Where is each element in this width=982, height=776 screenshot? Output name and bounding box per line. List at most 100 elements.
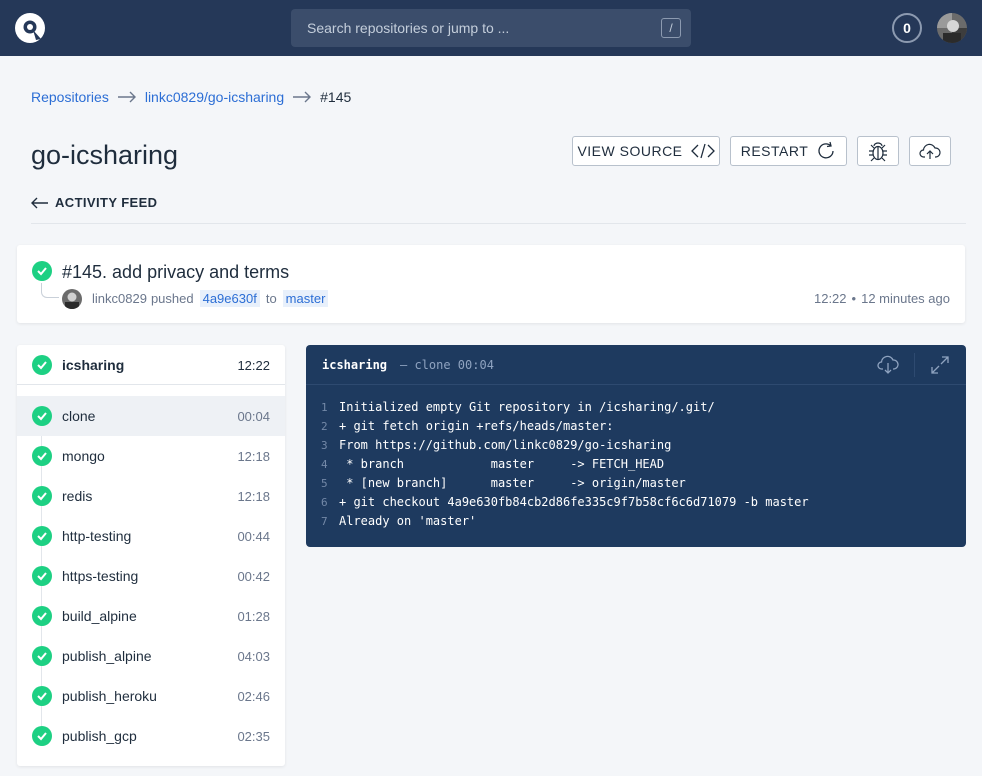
step-duration: 12:18 [237,489,270,504]
restart-button[interactable]: RESTART [730,136,847,166]
step-item[interactable]: publish_heroku 02:46 [17,676,285,716]
log-step-info: — clone 00:04 [400,358,494,372]
debug-button[interactable] [857,136,899,166]
deploy-button[interactable] [909,136,951,166]
success-check-icon [32,646,52,666]
log-line: 5 * [new branch] master -> origin/master [306,474,966,493]
view-source-label: VIEW SOURCE [577,143,683,159]
step-duration: 12:18 [237,449,270,464]
divider [31,223,966,224]
view-source-button[interactable]: VIEW SOURCE [572,136,720,166]
step-name: publish_alpine [62,648,152,664]
build-to-word: to [265,291,277,306]
search-shortcut-key: / [661,18,681,38]
success-check-icon [32,726,52,746]
download-logs-icon[interactable] [877,354,899,376]
breadcrumb-repo-link[interactable]: linkc0829/go-icsharing [145,89,284,105]
build-title: #145. add privacy and terms [62,262,290,282]
log-line-text: + git checkout 4a9e630fb84cb2d86fe335c9f… [339,495,809,509]
log-header-divider [914,353,915,377]
log-header: icsharing — clone 00:04 [306,345,966,385]
step-name: https-testing [62,568,139,584]
log-line-text: * branch master -> FETCH_HEAD [339,457,665,471]
stage-header[interactable]: icsharing 12:22 [17,345,285,385]
arrow-left-icon [31,197,48,208]
log-line-text: * [new branch] master -> origin/master [339,476,686,490]
log-line-number[interactable]: 2 [306,417,339,436]
step-duration: 04:03 [237,649,270,664]
user-avatar[interactable] [937,13,967,43]
step-name: http-testing [62,528,132,544]
success-check-icon [32,686,52,706]
success-check-icon [32,486,52,506]
log-line-number[interactable]: 1 [306,398,339,417]
activity-feed-back-link[interactable]: ACTIVITY FEED [31,195,157,210]
log-line-text: From https://github.com/linkc0829/go-ics… [339,438,672,452]
code-icon [690,143,715,159]
commit-sha-link[interactable]: 4a9e630f [199,290,260,307]
build-ago: 12 minutes ago [861,291,950,306]
log-line: 3 From https://github.com/linkc0829/go-ic… [306,436,966,455]
arrow-right-icon [293,91,312,103]
log-line-number[interactable]: 4 [306,455,339,474]
step-item[interactable]: https-testing 00:42 [17,556,285,596]
refresh-icon [818,141,834,159]
success-check-icon [32,355,52,375]
success-check-icon [32,526,52,546]
log-line: 2 + git fetch origin +refs/heads/master: [306,417,966,436]
step-name: redis [62,488,93,504]
expand-icon[interactable] [930,355,950,375]
success-check-icon [32,446,52,466]
log-output: 1 Initialized empty Git repository in /ic… [306,398,966,531]
step-duration: 00:42 [237,569,270,584]
step-item[interactable]: mongo 12:18 [17,436,285,476]
step-item[interactable]: http-testing 00:44 [17,516,285,556]
step-name: mongo [62,448,105,464]
log-line-number[interactable]: 6 [306,493,339,512]
build-card[interactable]: #145. add privacy and terms linkc0829 pu… [17,245,965,323]
stage-name: icsharing [62,357,125,373]
step-name: publish_heroku [62,688,157,704]
step-item[interactable]: publish_gcp 02:35 [17,716,285,756]
step-item[interactable]: publish_alpine 04:03 [17,636,285,676]
log-line-text: Already on 'master' [339,514,477,528]
bug-icon [869,142,887,162]
log-line-number[interactable]: 5 [306,474,339,493]
success-check-icon [32,261,52,281]
step-item[interactable]: clone 00:04 [17,396,285,436]
build-author: linkc0829 [92,291,147,306]
step-item[interactable]: build_alpine 01:28 [17,596,285,636]
log-line: 1 Initialized empty Git repository in /ic… [306,398,966,417]
search-input[interactable]: Search repositories or jump to ... / [291,9,691,47]
step-duration: 01:28 [237,609,270,624]
step-name: build_alpine [62,608,137,624]
branch-link[interactable]: master [282,290,329,307]
log-line: 6 + git checkout 4a9e630fb84cb2d86fe335c9… [306,493,966,512]
log-line-number[interactable]: 3 [306,436,339,455]
log-panel: icsharing — clone 00:04 1 Initialized emp… [306,345,966,547]
log-stage-name: icsharing [322,358,388,372]
tree-connector [41,283,59,298]
success-check-icon [32,566,52,586]
search-placeholder: Search repositories or jump to ... [307,20,510,36]
arrow-right-icon [117,91,136,103]
stage-steps-panel: icsharing 12:22 clone 00:04 mongo 12:18 redi… [17,345,285,766]
drone-logo-icon[interactable] [14,12,46,44]
page-title: go-icsharing [31,140,179,170]
build-action: pushed [150,291,194,306]
build-time: 12:22 [813,291,847,306]
stage-time: 12:22 [237,358,270,373]
log-line-text: + git fetch origin +refs/heads/master: [339,419,614,433]
log-line-number[interactable]: 7 [306,512,339,531]
step-duration: 02:46 [237,689,270,704]
notification-count-badge[interactable]: 0 [892,13,922,43]
success-check-icon [32,606,52,626]
step-name: clone [62,408,96,424]
log-line-text: Initialized empty Git repository in /ics… [339,400,715,414]
step-duration: 00:44 [237,529,270,544]
build-timestamp: 12:22 • 12 minutes ago [813,291,950,306]
breadcrumb-repositories-link[interactable]: Repositories [31,89,109,105]
log-line: 4 * branch master -> FETCH_HEAD [306,455,966,474]
step-item[interactable]: redis 12:18 [17,476,285,516]
success-check-icon [32,406,52,426]
